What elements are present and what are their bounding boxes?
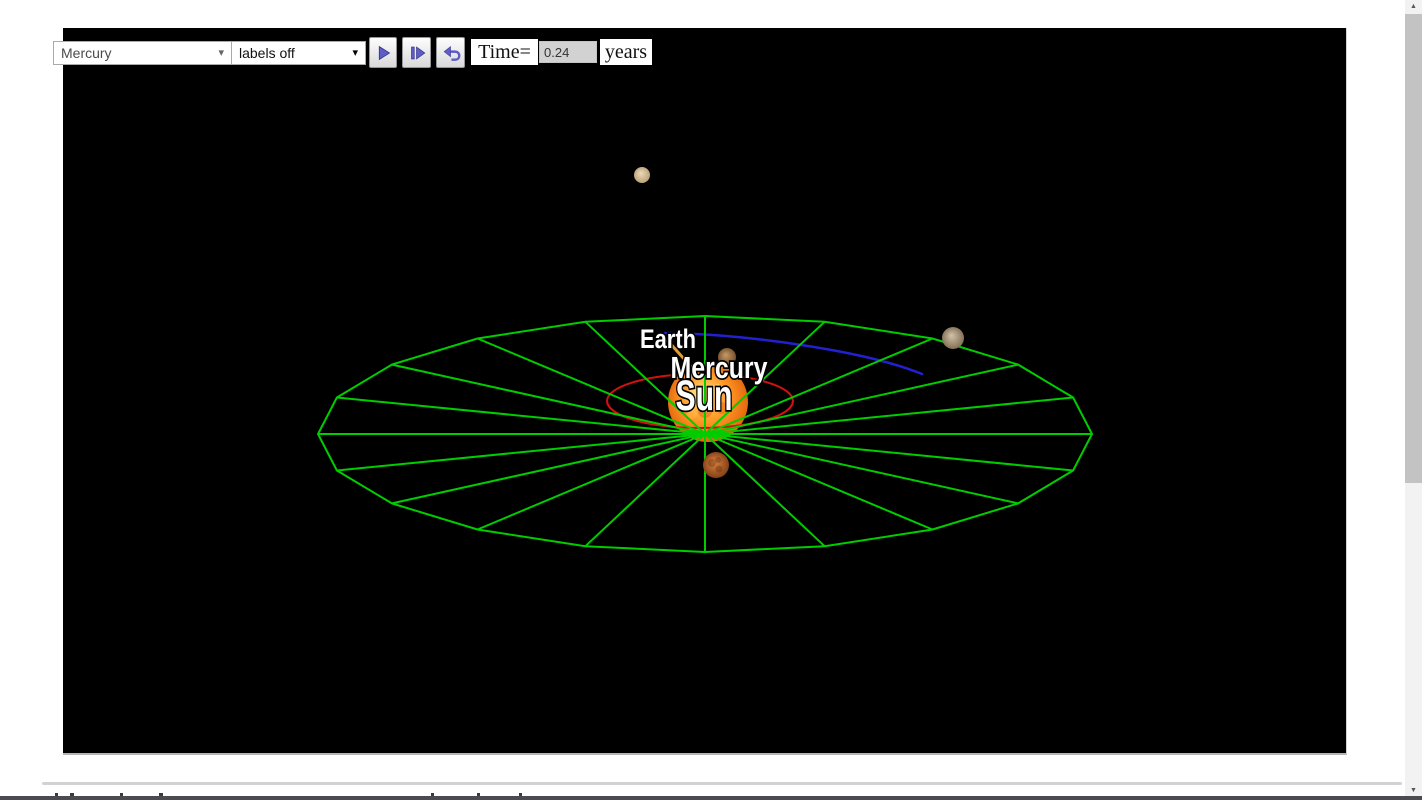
time-units-label: years (600, 39, 652, 65)
grid-spoke (477, 433, 706, 531)
grid-spoke (704, 396, 1074, 435)
scroll-up-arrow-icon[interactable]: ▲ (1405, 0, 1422, 13)
time-input[interactable] (539, 41, 597, 63)
object-label-sun: Sun (676, 372, 733, 420)
planet-texture (715, 465, 723, 473)
grid-spoke (584, 433, 706, 547)
planet-planet-upper (634, 167, 650, 183)
grid-spoke (391, 433, 706, 505)
grid-spoke (336, 396, 706, 435)
horizontal-scrollbar-thumb[interactable] (42, 782, 1402, 785)
play-button[interactable] (369, 37, 397, 68)
grid-spoke (704, 433, 826, 547)
time-label: Time= (471, 39, 538, 65)
reset-button[interactable] (436, 37, 465, 68)
planet-select[interactable]: Mercury ▾ (53, 41, 232, 65)
chevron-down-icon: ▾ (218, 46, 224, 59)
planet-select-value: Mercury (61, 45, 112, 61)
planet-texture (708, 459, 716, 467)
bottom-panel-edge (0, 796, 1422, 800)
planet-planet-lower (703, 452, 729, 478)
grid-spoke (704, 433, 933, 531)
solar-system-scene[interactable]: EarthMercurySun (63, 28, 1346, 753)
step-forward-icon (410, 45, 425, 60)
labels-select-value: labels off (239, 45, 295, 61)
undo-icon (443, 45, 460, 61)
labels-select[interactable]: labels off ▾ (231, 41, 366, 65)
vertical-scrollbar-thumb[interactable] (1405, 14, 1422, 483)
grid-spoke (704, 433, 1019, 505)
play-icon (378, 45, 391, 60)
step-forward-button[interactable] (402, 37, 431, 68)
chevron-down-icon: ▾ (352, 46, 358, 59)
grid-spoke (336, 433, 706, 472)
planet-planet-right (942, 327, 964, 349)
vertical-scrollbar[interactable]: ▲ ▼ (1405, 0, 1422, 800)
grid-spoke (391, 363, 706, 435)
grid-spoke (704, 433, 1074, 472)
planet-texture (715, 457, 721, 463)
vpython-3d-canvas[interactable]: Earth Mercury Sun (63, 28, 1347, 755)
